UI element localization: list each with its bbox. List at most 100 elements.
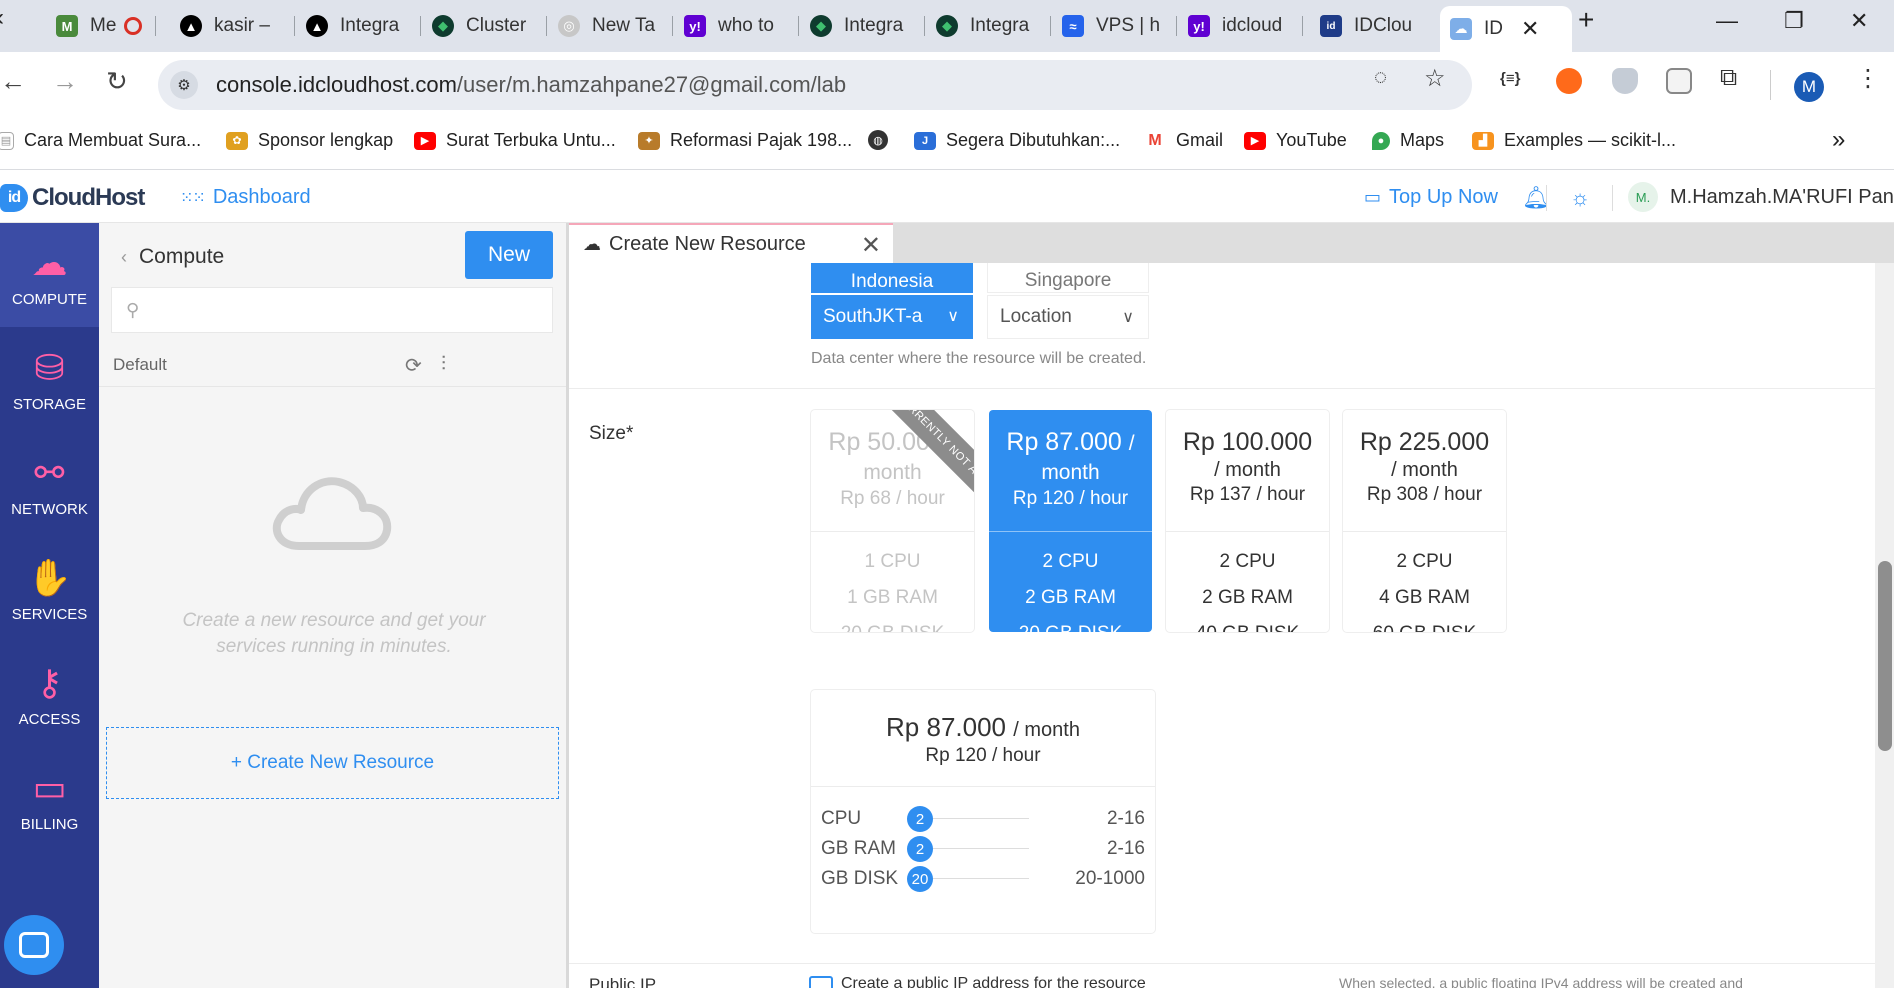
- plan-disk: 40 GB DISK: [1166, 616, 1329, 632]
- plan-hour-price: Rp 137 / hour: [1189, 484, 1306, 505]
- chat-support-button[interactable]: [4, 915, 64, 975]
- bookmark-item[interactable]: ▶ YouTube: [1244, 130, 1347, 151]
- browser-tab-active[interactable]: ☁ ID ✕: [1440, 6, 1572, 52]
- bookmark-item[interactable]: ▟ Examples — scikit-l...: [1472, 130, 1676, 151]
- chevron-left-icon[interactable]: ‹: [121, 247, 127, 268]
- empty-state-text: Create a new resource and get your servi…: [182, 610, 486, 657]
- slider-track[interactable]: [917, 878, 1029, 879]
- reload-icon[interactable]: ↻: [106, 66, 128, 97]
- location-select-indonesia[interactable]: SouthJKT-a ∨: [811, 295, 973, 339]
- region-indonesia[interactable]: Indonesia: [811, 263, 973, 293]
- restore-icon[interactable]: ❐: [1784, 8, 1804, 34]
- close-tab-icon[interactable]: ✕: [1521, 16, 1539, 42]
- public-ip-checkbox[interactable]: [809, 976, 833, 988]
- site-info-icon[interactable]: ⚙: [170, 71, 198, 99]
- idcloudhost-logo[interactable]: id CloudHost: [0, 184, 145, 212]
- youtube-icon: ▶: [1244, 131, 1266, 150]
- filter-sliders-icon[interactable]: ⫶: [441, 353, 446, 376]
- bookmark-label: Sponsor lengkap: [258, 130, 394, 150]
- url-text[interactable]: console.idcloudhost.com/user/m.hamzahpan…: [216, 72, 846, 98]
- tab-scroll-left-icon[interactable]: ‹: [0, 4, 4, 32]
- browser-tab[interactable]: ▲ Integra: [296, 6, 421, 46]
- create-new-resource-link[interactable]: + Create New Resource: [106, 727, 559, 799]
- json-extension-icon[interactable]: {≡}: [1500, 70, 1520, 87]
- user-menu[interactable]: M. M.Hamzah.MA'RUFI Pane: [1628, 182, 1894, 212]
- tab-title: IDClou: [1354, 15, 1413, 36]
- refresh-icon[interactable]: ⟳: [405, 353, 422, 378]
- slider-range: 2-16: [1106, 838, 1145, 859]
- eye-off-icon[interactable]: ◌: [1374, 64, 1387, 90]
- new-tab-icon[interactable]: +: [1578, 4, 1594, 36]
- close-window-icon[interactable]: ✕: [1850, 8, 1868, 34]
- dashboard-link[interactable]: ⁙⁙ Dashboard: [180, 186, 311, 209]
- database-icon: ⛁: [34, 346, 65, 388]
- nav-access[interactable]: ⚷ ACCESS: [0, 643, 99, 747]
- location-select-singapore[interactable]: Location ∨: [987, 295, 1149, 339]
- slider-track[interactable]: [917, 818, 1029, 819]
- browser-tab[interactable]: ◆ Integra: [800, 6, 925, 46]
- cast-icon[interactable]: [1666, 68, 1692, 94]
- bookmark-item[interactable]: ▤ Cara Membuat Sura...: [0, 130, 201, 151]
- chrome-menu-icon[interactable]: ⋮: [1856, 64, 1880, 93]
- browser-tab[interactable]: ≈ VPS | h: [1052, 6, 1177, 46]
- more-bookmarks-icon[interactable]: »: [1832, 126, 1845, 154]
- browser-tab[interactable]: y! idcloud: [1178, 6, 1303, 46]
- sun-theme-icon[interactable]: ☼: [1570, 185, 1590, 211]
- profile-avatar[interactable]: M: [1794, 72, 1824, 102]
- bookmark-item[interactable]: M Gmail: [1144, 130, 1223, 151]
- dashboard-label: Dashboard: [212, 186, 311, 208]
- nav-billing[interactable]: ▭ BILLING: [0, 748, 99, 852]
- plan-card[interactable]: Rp 100.000 / month Rp 137 / hour 2 CPU 2…: [1166, 410, 1329, 632]
- bookmark-item[interactable]: ● Maps: [1372, 130, 1444, 151]
- nav-storage[interactable]: ⛁ STORAGE: [0, 328, 99, 432]
- extensions-puzzle-icon[interactable]: ⧉: [1720, 64, 1737, 92]
- nav-label: BILLING: [20, 815, 79, 833]
- tab-create-new-resource[interactable]: ☁ Create New Resource ✕: [569, 223, 893, 263]
- scrollbar-thumb[interactable]: [1878, 561, 1892, 751]
- bookmark-label: Reformasi Pajak 198...: [670, 130, 853, 150]
- cpu-slider-handle[interactable]: 2: [907, 806, 933, 832]
- star-icon[interactable]: ☆: [1424, 64, 1446, 93]
- minimize-icon[interactable]: —: [1716, 8, 1738, 34]
- bookmark-item[interactable]: ◍: [868, 130, 898, 150]
- plan-card[interactable]: Rp 225.000 / month Rp 308 / hour 2 CPU 4…: [1343, 410, 1506, 632]
- top-up-button[interactable]: ▭ Top Up Now: [1364, 186, 1498, 209]
- forward-icon[interactable]: →: [52, 66, 78, 97]
- scikit-icon: ▟: [1472, 131, 1494, 150]
- bookmark-label: Segera Dibutuhkan:...: [946, 130, 1121, 150]
- mongodb-icon: ◆: [432, 15, 454, 37]
- close-icon[interactable]: ✕: [861, 231, 881, 260]
- browser-tab[interactable]: ◆ Cluster: [422, 6, 547, 46]
- plan-disk: 20 GB DISK: [989, 616, 1152, 632]
- browser-tab[interactable]: ◎ New Ta: [548, 6, 673, 46]
- bookmark-item[interactable]: ▶ Surat Terbuka Untu...: [414, 130, 616, 151]
- nav-compute[interactable]: ☁ COMPUTE: [0, 223, 99, 327]
- browser-tab[interactable]: ◆ Integra: [926, 6, 1051, 46]
- bookmark-item[interactable]: ✦ Reformasi Pajak 198...: [638, 130, 852, 151]
- browser-tab[interactable]: id IDClou: [1310, 6, 1435, 46]
- custom-plan-card[interactable]: Rp 87.000 / month Rp 120 / hour CPU 2 2-…: [811, 690, 1155, 933]
- back-icon[interactable]: ←: [0, 66, 26, 97]
- ram-slider-handle[interactable]: 2: [907, 836, 933, 862]
- browser-tab[interactable]: M Me: [46, 6, 156, 46]
- browser-tab[interactable]: y! who to: [674, 6, 799, 46]
- bookmark-item[interactable]: J Segera Dibutuhkan:...: [914, 130, 1120, 151]
- nav-services[interactable]: ✋ SERVICES: [0, 538, 99, 642]
- extension-orange-icon[interactable]: [1556, 68, 1582, 94]
- mongodb-icon: ◆: [810, 15, 832, 37]
- slider-track[interactable]: [917, 848, 1029, 849]
- nav-label: STORAGE: [12, 395, 87, 413]
- browser-tab[interactable]: ▲ kasir –: [170, 6, 295, 46]
- disk-slider-handle[interactable]: 20: [907, 866, 933, 892]
- nav-network[interactable]: ⚯ NETWORK: [0, 433, 99, 537]
- plan-card-selected[interactable]: Rp 87.000 / month Rp 120 / hour 2 CPU 2 …: [989, 410, 1152, 632]
- globe-icon: ◍: [868, 130, 888, 150]
- shield-extension-icon[interactable]: [1612, 68, 1638, 94]
- address-bar[interactable]: ⚙ console.idcloudhost.com/user/m.hamzahp…: [158, 60, 1472, 110]
- plan-ram: 1 GB RAM: [847, 587, 938, 608]
- search-input[interactable]: [156, 296, 536, 324]
- new-resource-button[interactable]: New: [465, 231, 553, 279]
- region-singapore[interactable]: Singapore: [987, 263, 1149, 293]
- bookmark-item[interactable]: ✿ Sponsor lengkap: [226, 130, 393, 151]
- location-value: SouthJKT-a: [823, 306, 923, 327]
